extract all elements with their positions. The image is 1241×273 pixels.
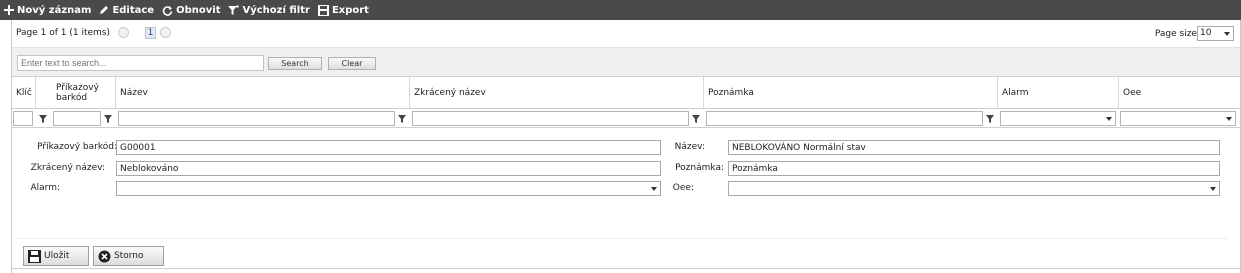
alarm-select[interactable] (116, 181, 661, 196)
short-name-label: Zkrácený název: (30, 163, 105, 173)
chevron-down-icon (651, 187, 657, 191)
filter-key-icon[interactable] (39, 113, 47, 124)
filter-name-input[interactable] (118, 111, 395, 126)
note-field[interactable]: Poznámka (728, 161, 1220, 176)
grid-bottom-border (12, 268, 1240, 269)
prev-page-icon[interactable] (118, 27, 129, 38)
chevron-down-icon (1226, 117, 1232, 121)
default-filter-label: Výchozí filtr (242, 4, 310, 16)
column-header-alarm[interactable]: Alarm (998, 77, 1119, 108)
default-filter-button[interactable]: Výchozí filtr (228, 4, 310, 16)
cancel-label: Storno (114, 251, 144, 261)
page-size-label: Page size: (1154, 29, 1200, 39)
oee-label: Oee: (672, 183, 694, 193)
edit-label: Editace (112, 4, 155, 16)
filter-icon (228, 4, 240, 15)
filter-note-icon[interactable] (986, 113, 994, 124)
filter-short-name-input[interactable] (412, 111, 689, 126)
search-button[interactable]: Search (268, 57, 322, 70)
save-label: Uložit (44, 251, 70, 261)
refresh-button[interactable]: Obnovit (162, 5, 220, 16)
chevron-down-icon (1106, 117, 1112, 121)
edit-form: Příkazový barkód: G00001 Zkrácený název:… (12, 128, 1240, 268)
refresh-label: Obnovit (176, 4, 221, 16)
next-page-icon[interactable] (160, 27, 171, 38)
grid-header: Klíč Příkazový barkód Název Zkrácený náz… (12, 76, 1240, 109)
filter-oee-select[interactable] (1120, 111, 1236, 126)
pager: Page 1 of 1 (1 items) 1 Page size: 10 (12, 20, 1240, 47)
new-record-button[interactable]: Nový záznam (4, 5, 91, 16)
close-circle-icon (98, 250, 111, 262)
filter-note-input[interactable] (706, 111, 983, 126)
form-divider (17, 238, 1227, 239)
search-input[interactable] (17, 55, 264, 71)
column-header-oee[interactable]: Oee (1119, 77, 1240, 108)
filter-row (12, 109, 1240, 128)
oee-select[interactable] (728, 181, 1220, 196)
alarm-label: Alarm: (30, 183, 60, 193)
current-page-number[interactable]: 1 (145, 27, 156, 39)
filter-alarm-select[interactable] (1000, 111, 1116, 126)
chevron-down-icon (1210, 187, 1216, 191)
plus-icon (4, 5, 14, 15)
pencil-icon (100, 6, 109, 14)
note-label: Poznámka: (675, 163, 724, 173)
page-size-value: 10 (1200, 28, 1212, 38)
cancel-button[interactable]: Storno (93, 246, 164, 266)
filter-key-input[interactable] (13, 111, 33, 126)
main-toolbar: Nový záznam Editace Obnovit Výchozí filt… (0, 0, 1241, 20)
edit-button[interactable]: Editace (99, 5, 154, 16)
clear-button[interactable]: Clear (328, 57, 376, 70)
barcode-label: Příkazový barkód: (37, 142, 117, 152)
export-button[interactable]: Export (317, 4, 369, 16)
filter-name-icon[interactable] (398, 113, 406, 124)
name-field[interactable]: NEBLOKOVÁNO Normální stav (728, 140, 1220, 155)
barcode-field[interactable]: G00001 (116, 140, 661, 155)
filter-barcode-icon[interactable] (104, 113, 112, 124)
filter-barcode-input[interactable] (53, 111, 101, 126)
refresh-icon (162, 5, 173, 16)
column-header-note[interactable]: Poznámka (704, 77, 998, 108)
column-header-short-name[interactable]: Zkrácený název (410, 77, 704, 108)
pager-summary: Page 1 of 1 (1 items) (16, 28, 110, 38)
chevron-down-icon (1224, 32, 1230, 36)
short-name-field[interactable]: Neblokováno (116, 161, 661, 176)
page-size-select[interactable]: 10 (1197, 26, 1234, 41)
search-bar: Search Clear (12, 47, 1240, 76)
floppy-icon (28, 249, 41, 263)
save-button[interactable]: Uložit (23, 246, 89, 266)
new-record-label: Nový záznam (17, 4, 92, 16)
filter-short-name-icon[interactable] (692, 113, 700, 124)
column-header-name[interactable]: Název (116, 77, 410, 108)
column-header-barcode[interactable]: Příkazový barkód (36, 77, 116, 108)
column-header-key[interactable]: Klíč (12, 77, 36, 108)
grid-frame: Page 1 of 1 (1 items) 1 Page size: 10 Se… (11, 20, 1241, 273)
export-label: Export (331, 4, 369, 16)
floppy-icon (317, 4, 329, 16)
name-label: Název: (674, 142, 705, 152)
